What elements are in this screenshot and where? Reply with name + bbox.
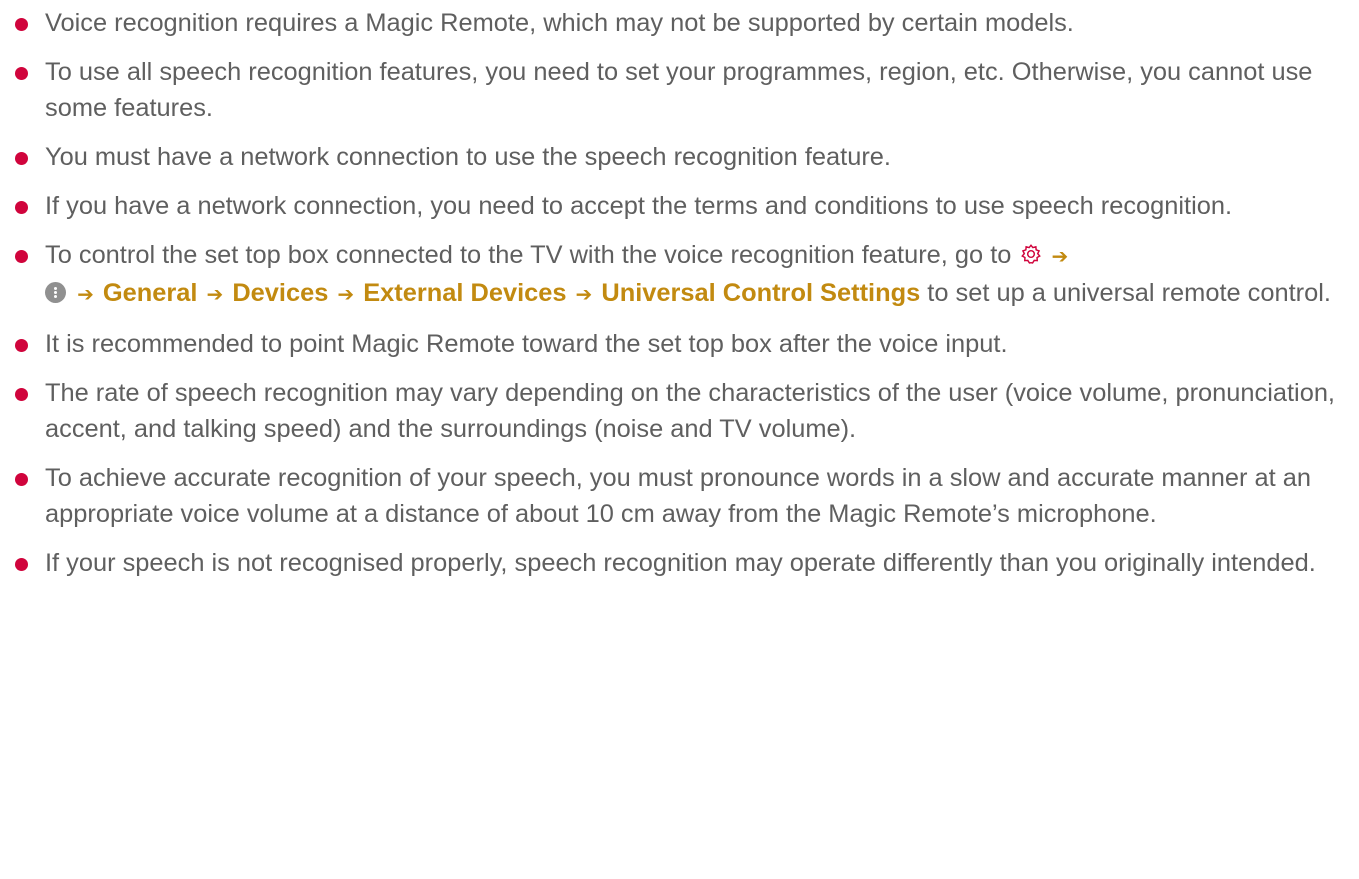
- bullet-icon: [15, 339, 28, 352]
- bullet-icon: [15, 152, 28, 165]
- note-item: If your speech is not recognised properl…: [14, 545, 1345, 581]
- right-arrow-icon: ➔: [575, 284, 593, 306]
- menu-path-universal-control-settings: Universal Control Settings: [601, 279, 921, 307]
- note-item: To achieve accurate recognition of your …: [14, 460, 1345, 532]
- note-item: It is recommended to point Magic Remote …: [14, 326, 1345, 362]
- gear-icon: [1021, 244, 1042, 264]
- menu-path-external-devices: External Devices: [363, 279, 567, 307]
- note-text: You must have a network connection to us…: [45, 143, 891, 171]
- menu-path-devices: Devices: [232, 279, 329, 307]
- note-text: If you have a network connection, you ne…: [45, 192, 1233, 220]
- bullet-icon: [15, 18, 28, 31]
- right-arrow-icon: ➔: [206, 284, 224, 306]
- note-tail-text: to set up a universal remote control.: [927, 279, 1331, 307]
- right-arrow-icon: ➔: [77, 284, 94, 306]
- note-item: If you have a network connection, you ne…: [14, 188, 1345, 224]
- note-text: It is recommended to point Magic Remote …: [45, 330, 1008, 358]
- bullet-icon: [15, 250, 28, 263]
- note-item: To use all speech recognition features, …: [14, 54, 1345, 126]
- note-text: To achieve accurate recognition of your …: [45, 464, 1312, 528]
- menu-path-general: General: [102, 279, 198, 307]
- bullet-icon: [15, 201, 28, 214]
- right-arrow-icon: ➔: [337, 284, 355, 306]
- bullet-icon: [15, 388, 28, 401]
- bullet-icon: [15, 473, 28, 486]
- note-item: The rate of speech recognition may vary …: [14, 375, 1345, 447]
- notes-list: Voice recognition requires a Magic Remot…: [0, 0, 1359, 581]
- note-text: Voice recognition requires a Magic Remot…: [45, 9, 1074, 37]
- note-item: You must have a network connection to us…: [14, 139, 1345, 175]
- note-lead-text: To control the set top box connected to …: [45, 241, 1012, 269]
- note-item-settings-path: To control the set top box connected to …: [14, 237, 1345, 313]
- bullet-icon: [15, 558, 28, 571]
- note-text: If your speech is not recognised properl…: [45, 549, 1316, 577]
- bullet-icon: [15, 67, 28, 80]
- note-text: To use all speech recognition features, …: [45, 58, 1313, 122]
- note-item: Voice recognition requires a Magic Remot…: [14, 5, 1345, 41]
- more-options-icon: [45, 282, 66, 303]
- note-text: The rate of speech recognition may vary …: [45, 379, 1335, 443]
- right-arrow-icon: ➔: [1051, 246, 1069, 268]
